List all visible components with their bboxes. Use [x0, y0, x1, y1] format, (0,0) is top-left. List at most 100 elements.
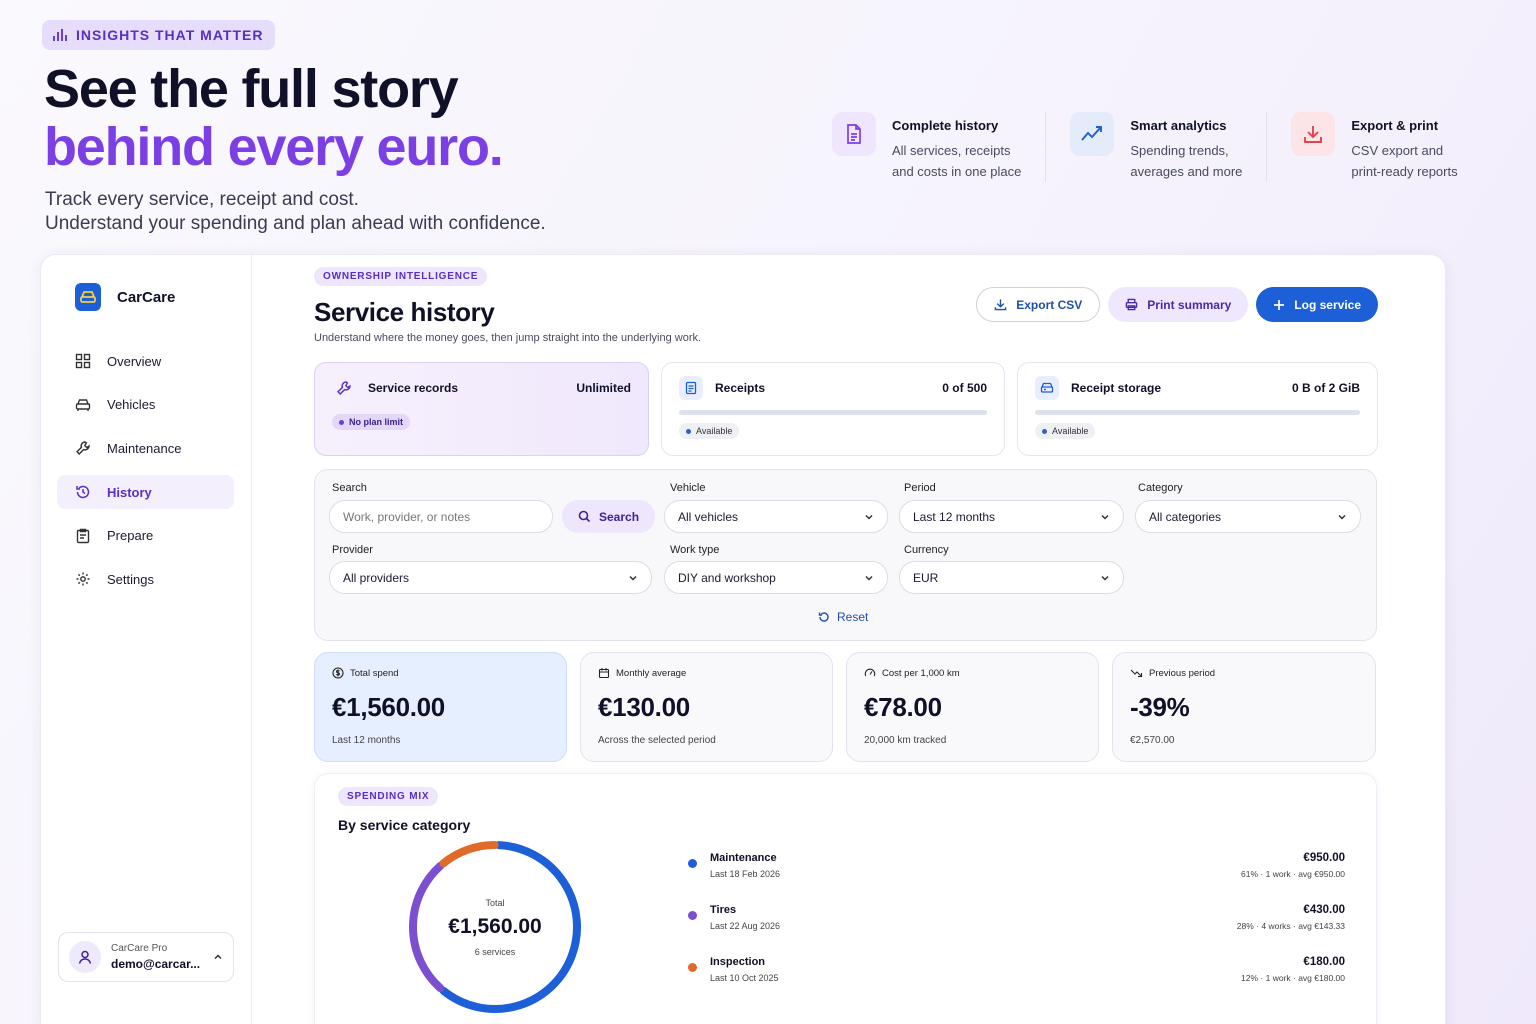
badge-label: Available — [1052, 426, 1089, 436]
chevron-down-icon — [1101, 575, 1109, 581]
account-switcher[interactable]: CarCare Pro demo@carcar... — [58, 932, 234, 982]
filter-panel: Search Work, provider, or notes Search V… — [314, 469, 1377, 641]
worktype-select[interactable]: DIY and workshop — [664, 561, 888, 594]
legend-meta: 61% · 1 work · avg €950.00 — [1241, 869, 1345, 879]
sidebar-item-label: Maintenance — [107, 440, 182, 456]
vehicle-value: All vehicles — [678, 509, 739, 524]
vehicle-select[interactable]: All vehicles — [664, 500, 888, 533]
category-select[interactable]: All categories — [1135, 500, 1361, 533]
status-badge: Available — [1035, 423, 1096, 439]
stat-value: €78.00 — [864, 692, 942, 722]
hero-eyebrow-label: INSIGHTS THAT MATTER — [76, 27, 264, 43]
quota-label: Receipts — [715, 381, 766, 395]
quota-cards: Service records Unlimited No plan limit … — [314, 362, 1378, 456]
feature-desc-line1: All services, receipts — [892, 143, 1011, 158]
log-service-button[interactable]: Log service — [1256, 287, 1378, 322]
log-service-label: Log service — [1294, 297, 1361, 312]
quota-service-records: Service records Unlimited No plan limit — [314, 362, 649, 456]
legend-dot — [688, 911, 697, 920]
section-pill: OWNERSHIP INTELLIGENCE — [314, 267, 488, 286]
spending-mix-title: By service category — [338, 817, 471, 833]
search-icon — [578, 510, 591, 523]
reset-button[interactable]: Reset — [818, 610, 868, 624]
feature-desc-line2: and costs in one place — [892, 164, 1022, 179]
quota-value: 0 B of 2 GiB — [1291, 381, 1360, 395]
hero-eyebrow: INSIGHTS THAT MATTER — [42, 20, 276, 50]
sidebar-item-settings[interactable]: Settings — [57, 562, 234, 596]
grid-icon — [75, 353, 91, 369]
provider-value: All providers — [343, 570, 410, 585]
feature-title: Complete history — [892, 118, 999, 133]
calendar-icon — [598, 668, 610, 679]
legend-amount: €430.00 — [1303, 904, 1345, 916]
legend-last-date: Last 22 Aug 2026 — [710, 921, 781, 931]
status-badge: No plan limit — [332, 414, 410, 430]
period-label: Period — [904, 482, 936, 494]
feature-desc-line1: CSV export and — [1351, 143, 1444, 158]
stat-monthly-average: Monthly average €130.00 Across the selec… — [580, 652, 833, 762]
sidebar-item-prepare[interactable]: Prepare — [57, 519, 234, 553]
print-summary-button[interactable]: Print summary — [1108, 287, 1249, 322]
legend-meta: 28% · 4 works · avg €143.33 — [1236, 921, 1345, 931]
search-label: Search — [332, 482, 367, 494]
gear-icon — [76, 572, 90, 586]
stat-label: Previous period — [1149, 667, 1216, 679]
legend-name: Tires — [710, 904, 737, 916]
wrench-icon — [332, 376, 356, 400]
search-placeholder: Work, provider, or notes — [343, 509, 471, 524]
legend-last-date: Last 10 Oct 2025 — [710, 973, 779, 983]
print-summary-label: Print summary — [1147, 297, 1232, 312]
page-actions: Export CSV Print summary Log service — [976, 287, 1378, 322]
currency-select[interactable]: EUR — [899, 561, 1124, 594]
quota-value: 0 of 500 — [942, 381, 987, 395]
period-select[interactable]: Last 12 months — [899, 500, 1124, 533]
export-csv-button[interactable]: Export CSV — [976, 287, 1101, 322]
chevron-down-icon — [1101, 514, 1109, 520]
stat-label: Cost per 1,000 km — [882, 667, 960, 679]
quota-receipt-storage: Receipt storage 0 B of 2 GiB Available — [1017, 362, 1378, 456]
legend-row-inspection[interactable]: Inspection Last 10 Oct 2025 €180.00 12% … — [688, 956, 1345, 1008]
search-button[interactable]: Search — [562, 500, 656, 533]
page-description: Understand where the money goes, then ju… — [314, 332, 702, 344]
wrench-icon — [76, 441, 90, 456]
clipboard-icon — [76, 528, 90, 543]
hero-subtitle: Track every service, receipt and cost. U… — [45, 188, 546, 236]
brand-name: CarCare — [117, 288, 176, 306]
sidebar-item-history[interactable]: History — [57, 475, 234, 510]
sidebar-item-overview[interactable]: Overview — [57, 344, 234, 378]
legend-row-tires[interactable]: Tires Last 22 Aug 2026 €430.00 28% · 4 w… — [688, 904, 1345, 956]
legend-amount: €950.00 — [1303, 852, 1345, 864]
car-icon — [75, 398, 91, 411]
chevron-down-icon — [865, 514, 873, 520]
search-input[interactable]: Work, provider, or notes — [329, 500, 553, 533]
quota-label: Service records — [368, 381, 459, 395]
app-window: CarCare Overview Vehicles Maintenance Hi… — [40, 254, 1446, 1024]
feature-complete-history: Complete history All services, receipts … — [832, 112, 1045, 182]
plus-icon — [1274, 299, 1285, 310]
account-email: demo@carcar... — [111, 957, 201, 971]
chevron-down-icon — [629, 575, 637, 581]
sidebar-item-maintenance[interactable]: Maintenance — [57, 431, 234, 465]
trend-down-icon — [1130, 669, 1143, 678]
feature-desc-line1: Spending trends, — [1130, 143, 1229, 158]
gauge-icon — [864, 668, 876, 677]
chevron-up-icon — [214, 954, 222, 960]
provider-label: Provider — [332, 544, 373, 556]
legend-row-maintenance[interactable]: Maintenance Last 18 Feb 2026 €950.00 61%… — [688, 852, 1345, 904]
legend-name: Inspection — [710, 956, 766, 968]
brand[interactable]: CarCare — [75, 283, 175, 311]
quota-label: Receipt storage — [1071, 381, 1162, 395]
reset-label: Reset — [837, 610, 869, 624]
storage-icon — [1035, 376, 1059, 400]
donut-total-label: Total — [485, 897, 505, 908]
provider-select[interactable]: All providers — [329, 561, 652, 594]
account-plan: CarCare Pro — [111, 943, 168, 954]
document-icon — [832, 112, 876, 156]
sidebar-item-label: Settings — [107, 571, 154, 587]
spending-mix-pill: SPENDING MIX — [338, 787, 439, 806]
feature-desc-line2: averages and more — [1130, 164, 1243, 179]
hero-subtitle-line2: Understand your spending and plan ahead … — [45, 213, 546, 234]
legend-amount: €180.00 — [1303, 956, 1345, 968]
quota-value: Unlimited — [576, 381, 631, 395]
sidebar-item-vehicles[interactable]: Vehicles — [57, 388, 234, 422]
